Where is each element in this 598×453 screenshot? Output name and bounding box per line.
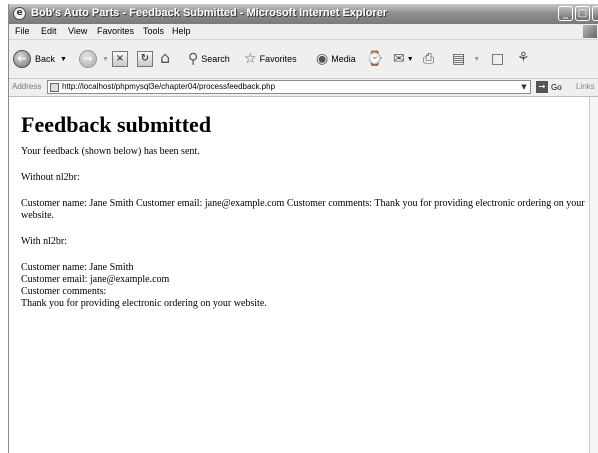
discuss-icon: □ [491, 51, 505, 67]
mail-dropdown-icon[interactable]: ▼ [407, 56, 414, 63]
menu-file[interactable]: File [15, 26, 30, 36]
page-content: Feedback submitted Your feedback (shown … [9, 97, 589, 453]
address-bar: Address http://localhost/phpmysql3e/chap… [9, 79, 598, 97]
media-button[interactable]: ◉ Media [316, 51, 356, 67]
with-nl2br-line: Customer name: Jane Smith [21, 262, 134, 273]
address-url[interactable]: http://localhost/phpmysql3e/chapter04/pr… [62, 82, 275, 91]
home-button[interactable]: ⌂ [160, 50, 170, 66]
menu-help[interactable]: Help [172, 26, 191, 36]
search-label: Search [201, 54, 230, 64]
vertical-scrollbar[interactable] [589, 97, 598, 453]
media-label: Media [331, 54, 356, 64]
edit-button[interactable]: ▤ ▼ [452, 51, 480, 67]
history-icon: ⌚ [366, 51, 384, 67]
with-nl2br-line: Thank you for providing electronic order… [21, 298, 267, 309]
menu-view[interactable]: View [68, 26, 87, 36]
address-input[interactable]: http://localhost/phpmysql3e/chapter04/pr… [47, 80, 531, 94]
maximize-button[interactable]: □ [575, 6, 590, 21]
favorites-star-icon: ☆ [244, 51, 257, 67]
history-button[interactable]: ⌚ [366, 51, 383, 67]
address-label: Address [12, 82, 42, 91]
refresh-icon: ↻ [137, 51, 153, 67]
links-button[interactable]: Links [576, 82, 595, 91]
favorites-button[interactable]: ☆ Favorites [244, 51, 297, 67]
stop-icon: × [112, 51, 128, 67]
menu-bar: File Edit View Favorites Tools Help [9, 24, 598, 40]
browser-window: e Bob's Auto Parts - Feedback Submitted … [8, 4, 598, 453]
document: Feedback submitted Your feedback (shown … [21, 97, 589, 310]
media-icon: ◉ [316, 51, 329, 67]
search-button[interactable]: ⚲ Search [188, 51, 230, 67]
go-label: Go [551, 82, 562, 92]
standard-toolbar: ← Back ▼ → ▼ × ↻ ⌂ ⚲ Search ☆ Favorites … [9, 40, 598, 79]
favorites-label: Favorites [259, 54, 297, 64]
messenger-icon: ⚘ [517, 50, 530, 66]
address-dropdown-icon[interactable]: ▼ [519, 82, 529, 92]
go-arrow-icon: → [536, 81, 548, 93]
back-label: Back [35, 54, 56, 64]
edit-dropdown-icon[interactable]: ▼ [473, 56, 480, 63]
mail-button[interactable]: ✉ ▼ [393, 51, 414, 67]
forward-dropdown-icon[interactable]: ▼ [102, 56, 109, 63]
menu-edit[interactable]: Edit [41, 26, 57, 36]
with-nl2br-line: Customer email: jane@example.com [21, 274, 170, 285]
back-button[interactable]: ← Back ▼ [13, 50, 67, 68]
with-nl2br-line: Customer comments: [21, 286, 107, 297]
back-dropdown-icon[interactable]: ▼ [60, 56, 67, 63]
minimize-button[interactable]: _ [558, 6, 573, 21]
windows-logo-icon [583, 25, 597, 38]
forward-button[interactable]: → ▼ [79, 50, 109, 68]
with-nl2br-label: With nl2br: [21, 236, 67, 247]
page-heading: Feedback submitted [21, 112, 212, 137]
window-title: Bob's Auto Parts - Feedback Submitted - … [31, 7, 388, 19]
go-button[interactable]: → Go [536, 80, 562, 94]
back-arrow-icon: ← [13, 50, 31, 68]
without-nl2br-text: Customer name: Jane Smith Customer email… [21, 198, 585, 221]
edit-icon: ▤ [452, 51, 466, 67]
ie-logo-icon: e [13, 7, 26, 20]
intro-text: Your feedback (shown below) has been sen… [21, 146, 200, 157]
mail-icon: ✉ [393, 51, 405, 67]
page-icon [50, 83, 59, 92]
print-button[interactable]: ⎙ [423, 51, 434, 67]
title-bar: e Bob's Auto Parts - Feedback Submitted … [9, 4, 598, 24]
menu-tools[interactable]: Tools [143, 26, 164, 36]
messenger-button[interactable]: ⚘ [517, 50, 530, 66]
home-icon: ⌂ [160, 48, 171, 67]
stop-button[interactable]: × [112, 51, 128, 67]
forward-arrow-icon: → [79, 50, 97, 68]
refresh-button[interactable]: ↻ [137, 51, 153, 67]
search-icon: ⚲ [188, 51, 199, 67]
menu-favorites[interactable]: Favorites [97, 26, 134, 36]
discuss-button[interactable]: □ [491, 51, 504, 67]
without-nl2br-label: Without nl2br: [21, 172, 80, 183]
print-icon: ⎙ [423, 51, 435, 67]
close-button[interactable] [592, 6, 598, 21]
